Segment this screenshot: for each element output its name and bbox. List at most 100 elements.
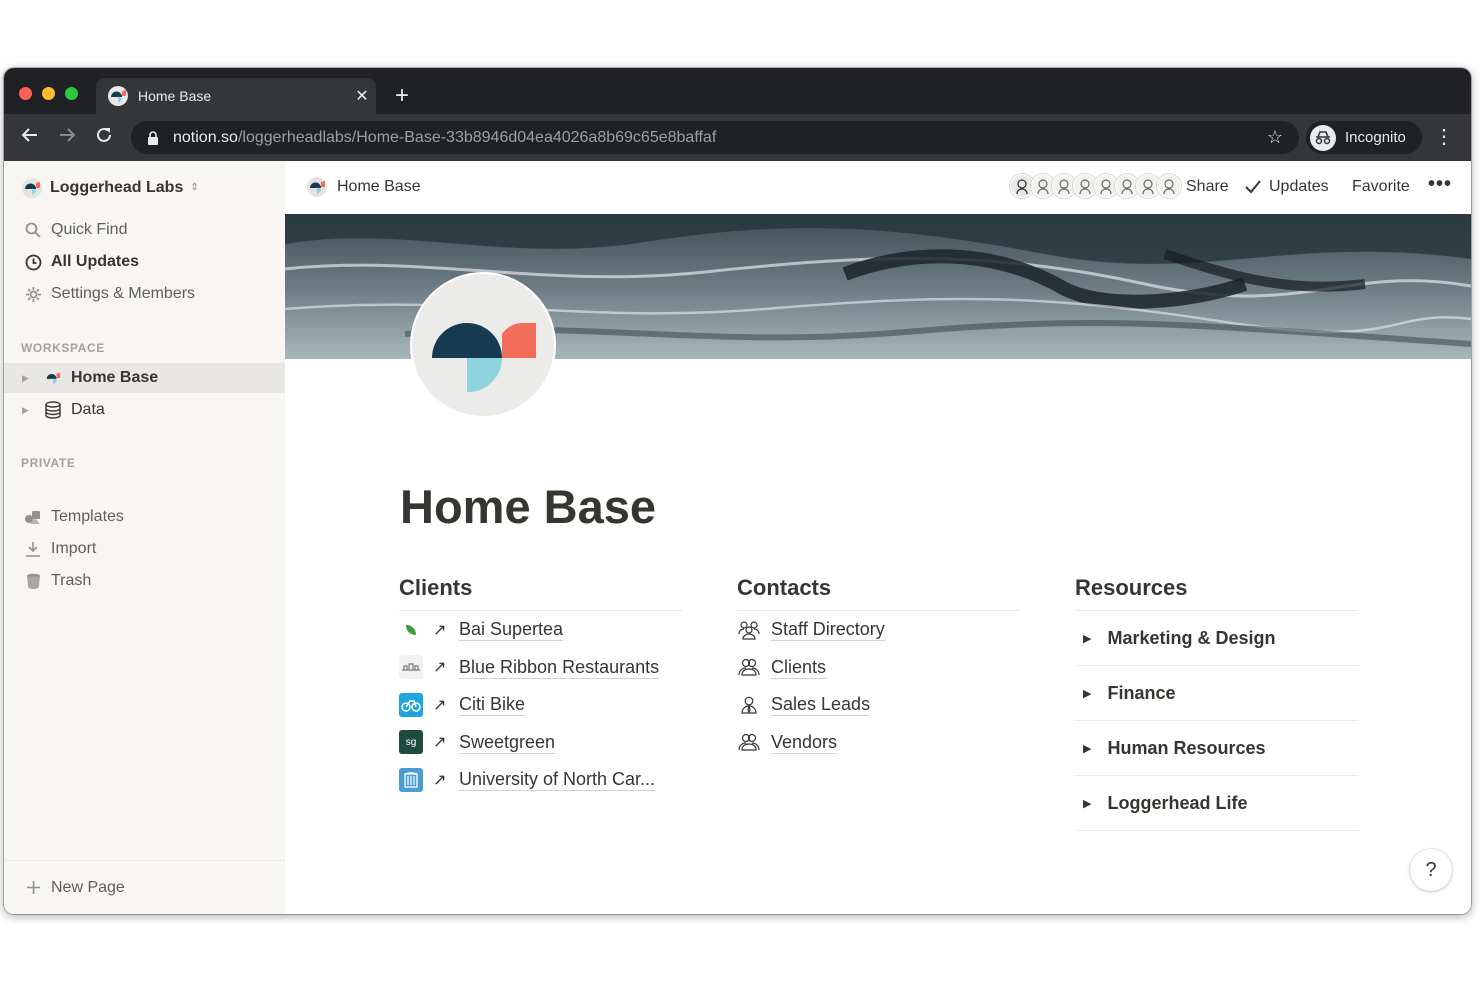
contact-link-sales-leads[interactable]: Sales Leads [737,686,1020,724]
toggle-label: Finance [1107,682,1176,703]
tab-strip: Home Base ✕ + [4,68,1471,114]
new-page-label: New Page [51,878,125,896]
workspace-logo-icon [22,178,42,198]
client-link-unc[interactable]: ↗ University of North Car... [399,761,682,799]
toggle-triangle-icon[interactable]: ▶ [1083,797,1091,810]
loggerhead-logo-icon [307,177,327,197]
breadcrumb[interactable]: Home Base [307,177,421,197]
share-button[interactable]: Share [1186,178,1229,196]
help-button[interactable]: ? [1410,849,1452,891]
toggle-triangle-icon[interactable]: ▶ [1083,742,1091,755]
contact-link-clients[interactable]: Clients [737,649,1020,687]
client-link-blue-ribbon[interactable]: ↗ Blue Ribbon Restaurants [399,649,682,687]
back-arrow-icon[interactable] [18,126,42,150]
address-bar[interactable]: notion.so/loggerheadlabs/Home-Base-33b89… [131,121,1299,154]
url-path: /loggerheadlabs/Home-Base-33b8946d04ea40… [237,128,717,146]
sweetgreen-icon: sg [399,730,423,755]
toggle-finance[interactable]: ▶ Finance [1075,666,1358,721]
expand-triangle-icon[interactable]: ▶ [22,373,32,384]
tab-title: Home Base [138,88,212,104]
link-arrow-icon: ↗ [433,771,447,789]
link-arrow-icon: ↗ [433,696,447,714]
url-host: notion.so [173,128,238,146]
toggle-loggerhead-life[interactable]: ▶ Loggerhead Life [1075,776,1358,831]
templates-icon [24,508,42,526]
contacts-column: Contacts Staff Directory Clients Sales L… [737,575,1020,761]
client-link-label: Citi Bike [459,694,526,717]
collaborator-avatars[interactable] [1010,174,1181,198]
blue-ribbon-icon [399,655,423,680]
close-window-button[interactable] [19,87,32,100]
tab-close-icon[interactable]: ✕ [348,86,376,106]
reload-icon[interactable] [92,126,116,150]
minimize-window-button[interactable] [42,87,55,100]
incognito-label: Incognito [1345,129,1406,146]
contact-link-vendors[interactable]: Vendors [737,724,1020,762]
browser-tab[interactable]: Home Base ✕ [96,78,376,114]
toggle-label: Marketing & Design [1107,627,1276,648]
sidebar-item-label: Templates [51,508,124,525]
client-link-bai[interactable]: ↗ Bai Supertea [399,611,682,649]
person-icon [737,693,761,717]
workspace-switcher[interactable]: Loggerhead Labs ⇕ [22,177,199,199]
workspace-name: Loggerhead Labs [50,179,184,196]
more-options-button[interactable]: ••• [1428,173,1452,196]
sidebar-all-updates[interactable]: All Updates [4,247,285,277]
new-tab-button[interactable]: + [390,82,414,110]
toggle-triangle-icon[interactable]: ▶ [1083,687,1091,700]
page-icon-loggerhead-logo[interactable] [410,272,556,418]
sidebar-page-home-base[interactable]: ▶ Home Base [4,363,285,393]
toggle-label: Loggerhead Life [1107,792,1248,813]
client-link-label: Sweetgreen [459,731,556,754]
breadcrumb-label: Home Base [337,178,421,195]
sidebar-page-data[interactable]: ▶ Data [4,395,285,425]
client-link-citi-bike[interactable]: ↗ Citi Bike [399,686,682,724]
sidebar-import[interactable]: Import [4,534,285,564]
import-icon [24,540,42,558]
clients-column: Clients ↗ Bai Supertea ↗ Blue Ribbon Res… [399,575,682,799]
sidebar-item-label: Data [71,401,105,418]
updates-button[interactable]: Updates [1245,178,1329,196]
toggle-human-resources[interactable]: ▶ Human Resources [1075,721,1358,776]
page-title: Home Base [400,480,656,533]
bike-icon [399,692,423,717]
bai-leaf-icon [399,618,423,642]
contact-link-label: Vendors [771,731,838,754]
client-link-sweetgreen[interactable]: sg ↗ Sweetgreen [399,724,682,762]
contact-link-label: Sales Leads [771,694,871,717]
checkmark-icon [1245,180,1261,194]
sidebar-trash[interactable]: Trash [4,566,285,596]
search-icon [24,221,42,239]
incognito-profile-button[interactable]: Incognito [1306,121,1422,154]
bookmark-star-icon[interactable]: ☆ [1267,127,1283,148]
sidebar-item-label: Trash [51,572,92,589]
zoom-window-button[interactable] [65,87,78,100]
expand-triangle-icon[interactable]: ▶ [22,405,32,416]
sidebar-quick-find[interactable]: Quick Find [4,215,285,245]
new-page-button[interactable]: New Page [4,860,285,914]
clock-icon [24,253,42,271]
browser-menu-icon[interactable]: ⋮ [1434,124,1454,150]
sidebar-item-label: Import [51,540,97,557]
link-arrow-icon: ↗ [433,659,447,677]
loggerhead-favicon-icon [108,86,128,106]
browser-window: Home Base ✕ + notion.so/loggerheadlabs/H… [4,68,1471,914]
clients-heading: Clients [399,575,682,611]
plus-icon [24,879,42,897]
toggle-marketing-design[interactable]: ▶ Marketing & Design [1075,611,1358,666]
client-link-label: Blue Ribbon Restaurants [459,656,660,679]
database-icon [44,401,62,419]
lock-icon [148,130,158,145]
forward-arrow-icon[interactable] [55,126,79,150]
sidebar-settings[interactable]: Settings & Members [4,279,285,309]
contact-link-staff-directory[interactable]: Staff Directory [737,611,1020,649]
sidebar-templates[interactable]: Templates [4,502,285,532]
link-arrow-icon: ↗ [433,621,447,639]
private-section-heading: PRIVATE [21,456,76,470]
chevron-updown-icon: ⇕ [190,182,199,193]
favorite-button[interactable]: Favorite [1352,178,1410,196]
main-content: Home Base Share Updates Favorite ••• Hom… [285,161,1471,914]
sidebar-item-label: Home Base [71,369,159,386]
people-icon [737,655,761,679]
toggle-triangle-icon[interactable]: ▶ [1083,632,1091,645]
